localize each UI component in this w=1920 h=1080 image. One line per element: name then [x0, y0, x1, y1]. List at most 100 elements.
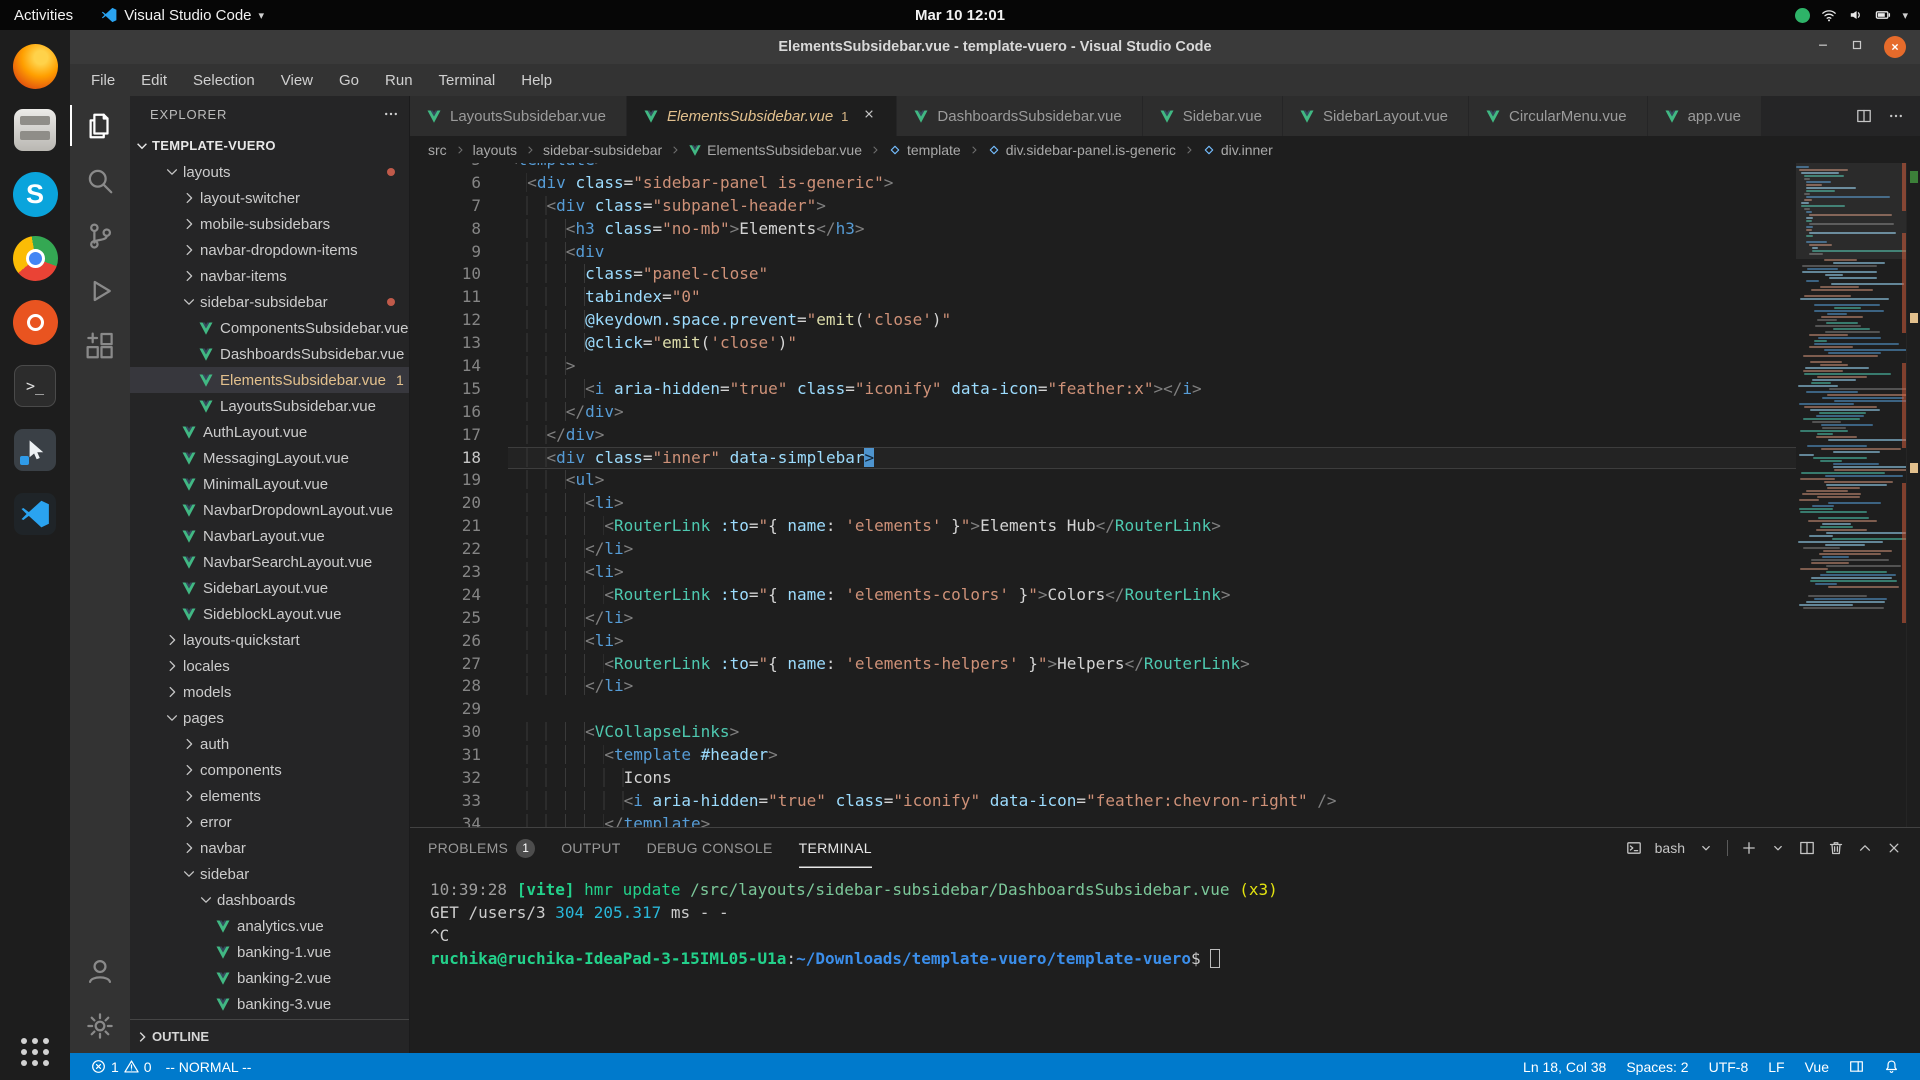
clock[interactable]: Mar 10 12:01 — [0, 7, 1920, 24]
split-editor-icon[interactable] — [1856, 108, 1872, 124]
tree-item-sidebar[interactable]: sidebar — [130, 861, 409, 887]
tree-item-layouts[interactable]: layouts — [130, 159, 409, 185]
chrome-icon[interactable] — [9, 232, 61, 284]
more-actions-icon[interactable] — [383, 106, 399, 122]
close-panel-icon[interactable] — [1886, 840, 1902, 856]
tree-item-minimallayout-vue[interactable]: MinimalLayout.vue — [130, 471, 409, 497]
menu-help[interactable]: Help — [508, 67, 565, 93]
overview-ruler[interactable] — [1906, 163, 1920, 827]
firefox-icon[interactable] — [9, 40, 61, 92]
activities-button[interactable]: Activities — [0, 0, 87, 30]
code-line-8[interactable]: 8 <h3 class="no-mb">Elements</h3> — [410, 218, 1796, 241]
tree-item-layouts-quickstart[interactable]: layouts-quickstart — [130, 627, 409, 653]
panel-tab-debug-console[interactable]: DEBUG CONSOLE — [647, 828, 773, 868]
tree-item-sidebar-subsidebar[interactable]: sidebar-subsidebar — [130, 289, 409, 315]
skype-icon[interactable]: S — [9, 168, 61, 220]
code-line-29[interactable]: 29 — [410, 698, 1796, 721]
tree-item-auth[interactable]: auth — [130, 731, 409, 757]
code-line-15[interactable]: 15 <i aria-hidden="true" class="iconify"… — [410, 378, 1796, 401]
status-spaces-2[interactable]: Spaces: 2 — [1619, 1059, 1695, 1075]
code-line-34[interactable]: 34 </template> — [410, 813, 1796, 827]
menu-run[interactable]: Run — [372, 67, 426, 93]
status-lf[interactable]: LF — [1761, 1059, 1791, 1075]
new-terminal-icon[interactable] — [1741, 840, 1757, 856]
files-icon[interactable] — [9, 104, 61, 156]
code-line-31[interactable]: 31 <template #header> — [410, 744, 1796, 767]
activity-explorer[interactable] — [70, 98, 130, 153]
notifications-bell[interactable] — [1877, 1059, 1906, 1074]
terminal-icon[interactable]: >_ — [9, 360, 61, 412]
close-tab-icon[interactable] — [862, 107, 876, 125]
breadcrumb-src[interactable]: src — [428, 142, 447, 158]
tree-item-navbarsearchlayout-vue[interactable]: NavbarSearchLayout.vue — [130, 549, 409, 575]
tab-app-vue[interactable]: app.vue — [1648, 96, 1762, 136]
code-line-6[interactable]: 6 <div class="sidebar-panel is-generic"> — [410, 172, 1796, 195]
code-line-13[interactable]: 13 @click="emit('close')" — [410, 332, 1796, 355]
maximize-panel-icon[interactable] — [1857, 840, 1873, 856]
problems-status[interactable]: 10 — [84, 1053, 159, 1080]
tree-item-navbar-items[interactable]: navbar-items — [130, 263, 409, 289]
code-line-14[interactable]: 14 > — [410, 355, 1796, 378]
tab-dashboardssubsidebar-vue[interactable]: DashboardsSubsidebar.vue — [897, 96, 1142, 136]
code-line-9[interactable]: 9 <div — [410, 241, 1796, 264]
tree-item-messaginglayout-vue[interactable]: MessagingLayout.vue — [130, 445, 409, 471]
tree-item-locales[interactable]: locales — [130, 653, 409, 679]
breadcrumb-div-sidebar-panel-is-generic[interactable]: div.sidebar-panel.is-generic — [987, 142, 1176, 158]
tree-item-analytics-vue[interactable]: analytics.vue — [130, 913, 409, 939]
activity-run-debug[interactable] — [70, 263, 130, 318]
editor-layout-icon[interactable] — [1842, 1059, 1871, 1074]
tree-item-components[interactable]: components — [130, 757, 409, 783]
tab-sidebar-vue[interactable]: Sidebar.vue — [1143, 96, 1283, 136]
maximize-button[interactable] — [1850, 38, 1864, 57]
tree-item-banking-1-vue[interactable]: banking-1.vue — [130, 939, 409, 965]
activity-extensions[interactable] — [70, 318, 130, 373]
code-line-28[interactable]: 28 </li> — [410, 675, 1796, 698]
window-titlebar[interactable]: ElementsSubsidebar.vue - template-vuero … — [70, 30, 1920, 64]
minimap[interactable] — [1796, 163, 1906, 827]
panel-tab-output[interactable]: OUTPUT — [561, 828, 620, 868]
tree-item-sidebarlayout-vue[interactable]: SidebarLayout.vue — [130, 575, 409, 601]
breadcrumb-layouts[interactable]: layouts — [473, 142, 517, 158]
breadcrumb-sidebar-subsidebar[interactable]: sidebar-subsidebar — [543, 142, 662, 158]
breadcrumb-div-inner[interactable]: div.inner — [1202, 142, 1273, 158]
code-line-30[interactable]: 30 <VCollapseLinks> — [410, 721, 1796, 744]
code-line-16[interactable]: 16 </div> — [410, 401, 1796, 424]
workspace-section-header[interactable]: TEMPLATE-VUERO — [130, 132, 409, 159]
ubuntu-icon[interactable] — [9, 296, 61, 348]
tree-item-elementssubsidebar-vue[interactable]: ElementsSubsidebar.vue1 — [130, 367, 409, 393]
tree-item-models[interactable]: models — [130, 679, 409, 705]
code-line-26[interactable]: 26 <li> — [410, 630, 1796, 653]
terminal-profile-icon[interactable] — [1626, 840, 1642, 856]
tree-item-dashboardssubsidebar-vue[interactable]: DashboardsSubsidebar.vue — [130, 341, 409, 367]
kill-terminal-icon[interactable] — [1828, 840, 1844, 856]
vim-mode-indicator[interactable]: -- NORMAL -- — [159, 1053, 259, 1080]
code-line-32[interactable]: 32 Icons — [410, 767, 1796, 790]
minimize-button[interactable] — [1816, 38, 1830, 57]
code-pane[interactable]: 5<template>6 <div class="sidebar-panel i… — [410, 163, 1796, 827]
minimap-slider[interactable] — [1796, 163, 1906, 259]
pointer-tool-icon[interactable] — [9, 424, 61, 476]
tree-item-layout-switcher[interactable]: layout-switcher — [130, 185, 409, 211]
code-line-27[interactable]: 27 <RouterLink :to="{ name: 'elements-he… — [410, 653, 1796, 676]
system-tray[interactable]: ▾ — [1795, 7, 1920, 23]
code-line-24[interactable]: 24 <RouterLink :to="{ name: 'elements-co… — [410, 584, 1796, 607]
panel-tab-terminal[interactable]: TERMINAL — [799, 828, 872, 868]
code-line-25[interactable]: 25 </li> — [410, 607, 1796, 630]
menu-go[interactable]: Go — [326, 67, 372, 93]
split-terminal-icon[interactable] — [1799, 840, 1815, 856]
status-ln-18-col-38[interactable]: Ln 18, Col 38 — [1516, 1059, 1613, 1075]
menu-view[interactable]: View — [268, 67, 326, 93]
more-actions-icon[interactable] — [1888, 108, 1904, 124]
editor[interactable]: 5<template>6 <div class="sidebar-panel i… — [410, 163, 1920, 827]
tree-item-banking-3-vue[interactable]: banking-3.vue — [130, 991, 409, 1017]
code-line-23[interactable]: 23 <li> — [410, 561, 1796, 584]
code-line-10[interactable]: 10 class="panel-close" — [410, 263, 1796, 286]
breadcrumb-template[interactable]: template — [888, 142, 961, 158]
menu-edit[interactable]: Edit — [128, 67, 180, 93]
activity-settings[interactable] — [70, 998, 130, 1053]
focused-app-menu[interactable]: Visual Studio Code ▾ — [87, 0, 278, 30]
code-line-12[interactable]: 12 @keydown.space.prevent="emit('close')… — [410, 309, 1796, 332]
menu-terminal[interactable]: Terminal — [426, 67, 509, 93]
tree-item-layoutssubsidebar-vue[interactable]: LayoutsSubsidebar.vue — [130, 393, 409, 419]
code-line-21[interactable]: 21 <RouterLink :to="{ name: 'elements' }… — [410, 515, 1796, 538]
